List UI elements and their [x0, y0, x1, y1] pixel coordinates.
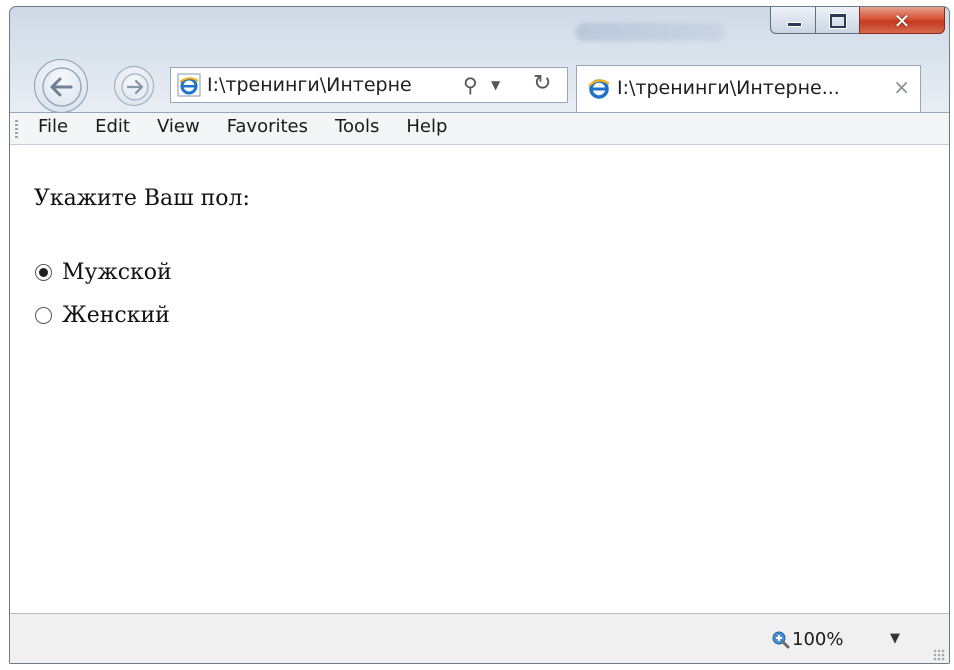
tab-title: I:\тренинги\Интерне... [617, 77, 840, 99]
menu-edit[interactable]: Edit [95, 116, 130, 137]
ie-page-icon [177, 73, 201, 97]
forward-button[interactable] [114, 66, 154, 106]
page-content: Укажите Ваш пол: Мужской Женский [10, 145, 949, 613]
radio-female-label[interactable]: Женский [62, 303, 170, 328]
option-female[interactable]: Женский [35, 303, 170, 328]
menu-file[interactable]: File [38, 116, 68, 137]
option-male[interactable]: Мужской [35, 260, 172, 285]
browser-window: ✕ I:\тренинги\Интерне ⚲ ▼ ↻ I:\тренинги\… [9, 6, 950, 664]
chevron-down-icon[interactable]: ▼ [491, 78, 500, 92]
ie-logo-icon [588, 79, 610, 99]
address-bar[interactable]: I:\тренинги\Интерне ⚲ ▼ ↻ [170, 67, 568, 103]
caption-buttons: ✕ [770, 7, 945, 34]
minimize-icon [787, 22, 802, 27]
menu-favorites[interactable]: Favorites [227, 116, 308, 137]
toolbar-grip[interactable] [15, 120, 18, 138]
maximize-icon [829, 13, 847, 29]
menu-tools[interactable]: Tools [335, 116, 379, 137]
close-icon: ✕ [893, 9, 911, 33]
tab-close-icon[interactable]: × [893, 75, 910, 99]
radio-female[interactable] [35, 307, 52, 324]
back-button[interactable] [34, 59, 88, 113]
address-text: I:\тренинги\Интерне [207, 74, 412, 96]
zoom-level[interactable]: 100% [792, 629, 843, 650]
resize-grip[interactable] [933, 649, 945, 661]
maximize-button[interactable] [815, 7, 859, 34]
close-button[interactable]: ✕ [859, 7, 945, 34]
zoom-dropdown-icon[interactable]: ▼ [890, 631, 900, 646]
menu-view[interactable]: View [157, 116, 200, 137]
forward-arrow-icon [121, 73, 149, 101]
back-arrow-icon [42, 67, 82, 107]
radio-male-label[interactable]: Мужской [62, 260, 172, 285]
zoom-icon[interactable] [772, 631, 790, 649]
refresh-icon[interactable]: ↻ [533, 71, 551, 96]
gender-prompt: Укажите Ваш пол: [34, 186, 250, 211]
menu-bar: File Edit View Favorites Tools Help [10, 112, 949, 145]
search-icon[interactable]: ⚲ [463, 73, 478, 97]
tab-active[interactable]: I:\тренинги\Интерне... × [576, 65, 921, 113]
minimize-button[interactable] [770, 7, 815, 34]
status-bar: 100% ▼ [10, 613, 949, 663]
radio-male[interactable] [35, 264, 52, 281]
menu-help[interactable]: Help [406, 116, 447, 137]
window-title-blur [575, 23, 725, 41]
